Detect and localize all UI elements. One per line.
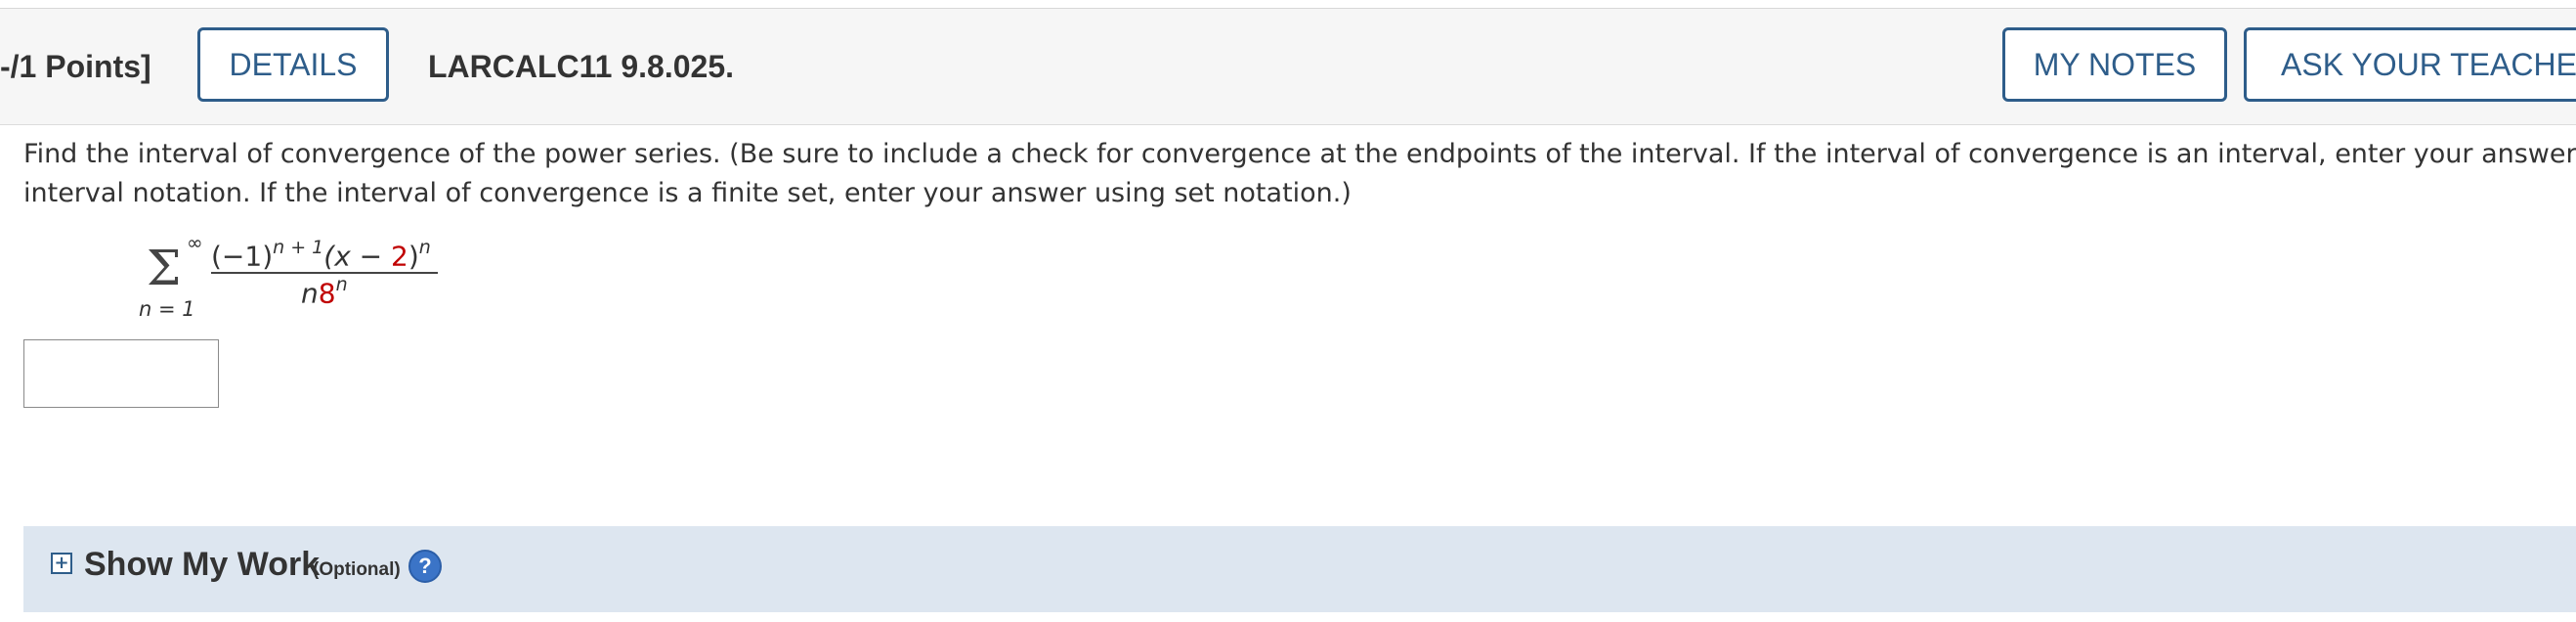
upper-limit: ∞ xyxy=(187,231,203,254)
fraction-bar xyxy=(211,272,438,274)
question-header: -/1 Points] DETAILS LARCALC11 9.8.025. M… xyxy=(0,9,2576,125)
optional-label: (Optional) xyxy=(313,559,401,580)
series-denominator: n8n xyxy=(301,274,348,310)
question-prompt: Find the interval of convergence of the … xyxy=(23,135,2576,213)
details-button[interactable]: DETAILS xyxy=(197,27,389,102)
show-my-work-panel[interactable]: + Show My Work (Optional) ? xyxy=(23,526,2576,612)
points-label: -/1 Points] xyxy=(0,49,151,84)
question-id: LARCALC11 9.8.025. xyxy=(428,49,735,84)
sigma-symbol: Σ xyxy=(147,240,182,296)
prompt-line-2: interval notation. If the interval of co… xyxy=(23,178,1352,208)
show-my-work-title[interactable]: Show My Work xyxy=(84,546,320,584)
prompt-line-1: Find the interval of convergence of the … xyxy=(23,139,2576,169)
help-icon[interactable]: ? xyxy=(408,550,442,583)
my-notes-button[interactable]: MY NOTES xyxy=(2002,27,2227,102)
power-series-formula: ∞ Σ n = 1 (−1)n + 1(x − 2)n n8n xyxy=(137,231,459,329)
answer-input[interactable] xyxy=(23,339,219,408)
plus-box-icon[interactable]: + xyxy=(51,553,72,574)
ask-teacher-button[interactable]: ASK YOUR TEACHER xyxy=(2244,27,2576,102)
series-numerator: (−1)n + 1(x − 2)n xyxy=(211,237,431,273)
lower-limit: n = 1 xyxy=(139,297,195,321)
